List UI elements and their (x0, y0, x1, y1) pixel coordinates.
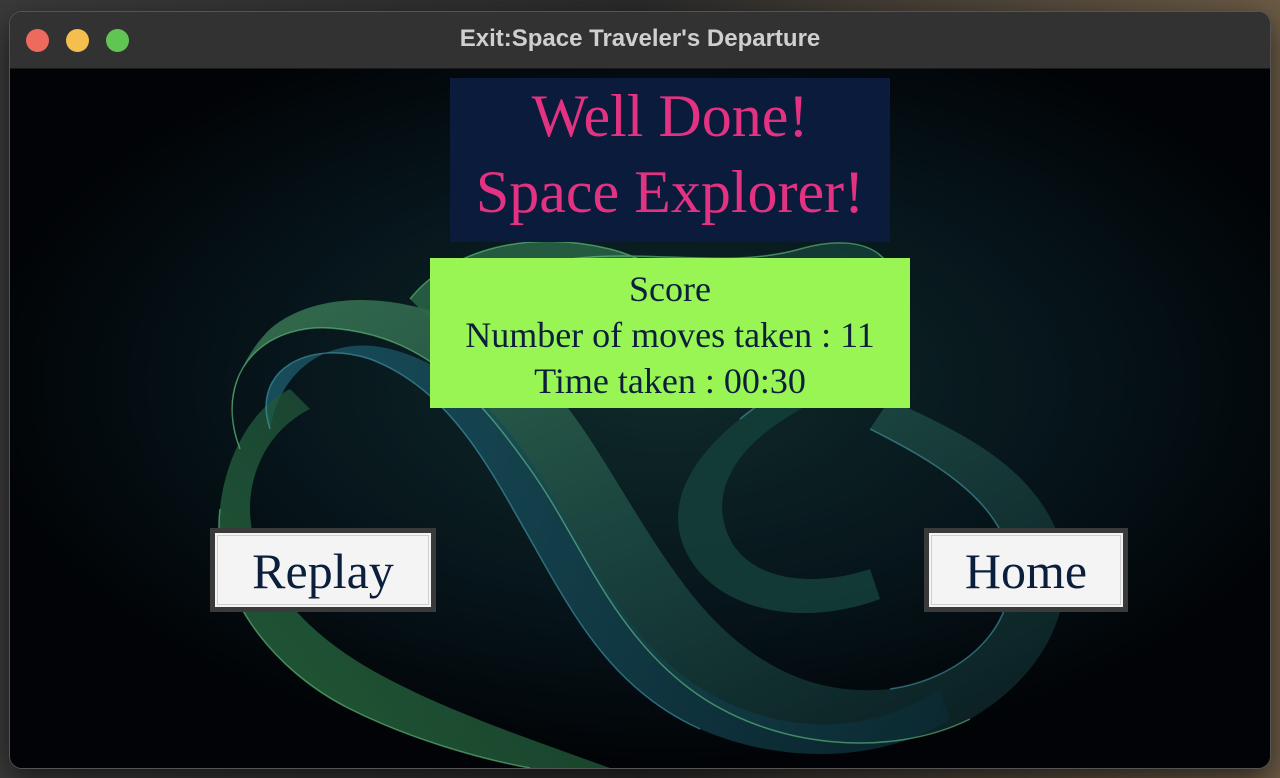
replay-button[interactable]: Replay (210, 528, 436, 612)
window-title: Exit:Space Traveler's Departure (459, 25, 821, 52)
score-heading: Score (629, 269, 711, 309)
home-button-label: Home (964, 543, 1088, 599)
congratulations-banner: Well Done! Space Explorer! (450, 78, 890, 242)
moves-taken-text: Number of moves taken : 11 (465, 315, 875, 355)
congrats-line-1: Well Done! (531, 83, 809, 149)
home-button[interactable]: Home (924, 528, 1128, 612)
time-taken-text: Time taken : 00:30 (534, 361, 806, 401)
game-scene: Well Done! Space Explorer! Score Number … (10, 69, 1270, 768)
score-panel: Score Number of moves taken : 11 Time ta… (430, 258, 910, 408)
title-bar[interactable]: Exit:Space Traveler's Departure (10, 12, 1270, 69)
replay-button-label: Replay (252, 543, 394, 599)
congrats-line-2: Space Explorer! (475, 159, 865, 225)
app-window: Exit:Space Traveler's Departure Well Don… (10, 12, 1270, 768)
